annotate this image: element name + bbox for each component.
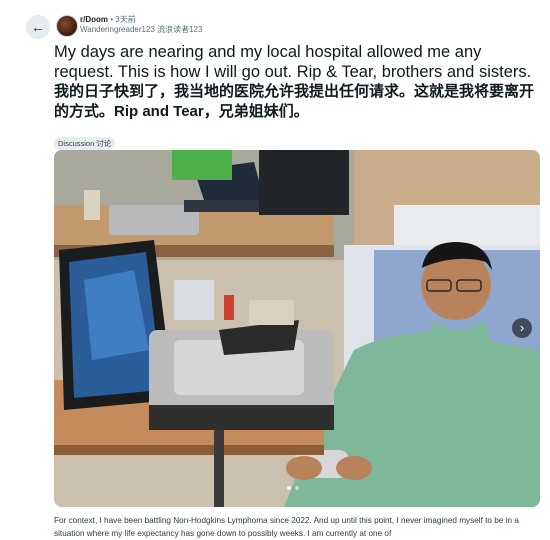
chevron-right-icon: ›	[519, 320, 525, 335]
meta-separator: •	[110, 15, 114, 24]
post-time: 3天前	[115, 15, 136, 24]
hospital-gaming-photo	[54, 150, 540, 507]
carousel-dot[interactable]	[287, 486, 291, 490]
flair-label: Discussion	[58, 139, 95, 148]
post-title: My days are nearing and my local hospita…	[54, 43, 532, 81]
post-flair[interactable]: Discussion 讨论	[54, 137, 116, 150]
post-meta: r/Doom • 3天前 Wanderingreader123 流浪读者123	[80, 15, 202, 35]
carousel-dot[interactable]	[295, 486, 299, 490]
author-name[interactable]: Wanderingreader123	[80, 25, 155, 34]
flair-label-translated: 讨论	[96, 139, 112, 148]
arrow-left-icon: ←	[31, 19, 45, 35]
back-button[interactable]: ←	[26, 15, 50, 39]
post-body: For context, I have been battling Non-Ho…	[54, 516, 519, 538]
subreddit-name[interactable]: r/Doom	[80, 15, 108, 24]
carousel-indicator	[287, 486, 299, 490]
subreddit-avatar[interactable]	[56, 15, 78, 37]
author-name-translated: 流浪读者123	[157, 25, 203, 34]
post-image[interactable]	[54, 150, 540, 507]
carousel-next-button[interactable]: ›	[512, 318, 532, 338]
post-title-translated: 我的日子快到了，我当地的医院允许我提出任何请求。这就是我将要离开的方式。Rip …	[54, 83, 535, 120]
